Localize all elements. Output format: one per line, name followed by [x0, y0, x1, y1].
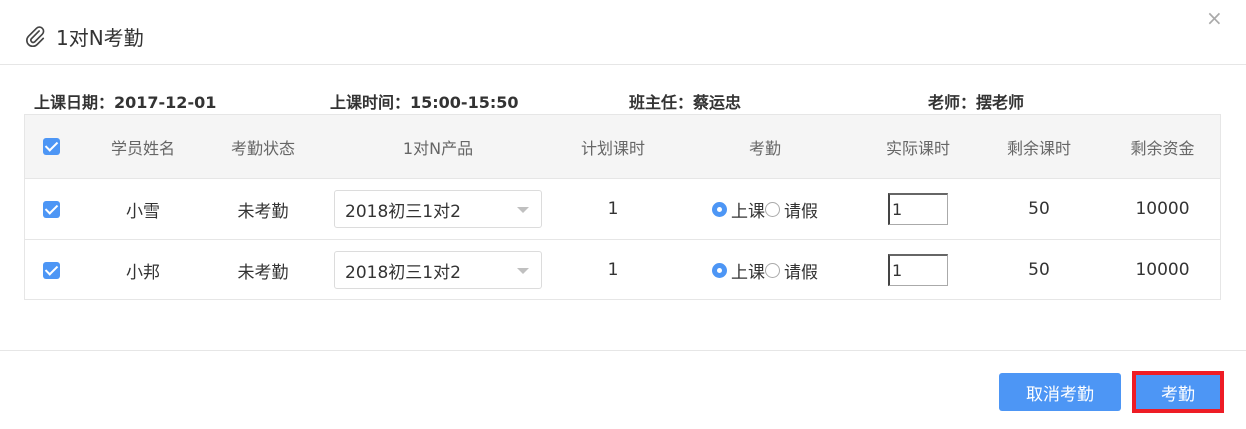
- attend-radio[interactable]: [712, 262, 727, 278]
- attendance-button[interactable]: 考勤: [1134, 373, 1222, 411]
- attendance-table: 学员姓名 考勤状态 1对N产品 计划课时 考勤 实际课时 剩余课时 剩余资金 小…: [24, 114, 1221, 300]
- remaining-funds: 10000: [1135, 199, 1190, 219]
- attend-radio[interactable]: [712, 201, 727, 217]
- row-checkbox[interactable]: [42, 200, 60, 218]
- head-teacher: 班主任：蔡运忠: [629, 93, 742, 112]
- attendance-radio-group: 上课 请假: [712, 258, 818, 283]
- cancel-attendance-button[interactable]: 取消考勤: [999, 373, 1121, 411]
- header-remaining-funds: 剩余资金: [1130, 138, 1195, 158]
- chevron-down-icon: [517, 207, 529, 213]
- student-name: 小邦: [126, 262, 160, 283]
- actual-hours-input[interactable]: [888, 254, 948, 286]
- attendance-radio-group: 上课 请假: [712, 197, 818, 222]
- table-row: 小雪 未考勤 2018初三1对2 1 上课 请假 50 10000: [25, 178, 1220, 239]
- header-planned-hours: 计划课时: [580, 138, 645, 158]
- row-checkbox[interactable]: [42, 261, 60, 279]
- product-select[interactable]: 2018初三1对2: [334, 190, 542, 228]
- remaining-hours: 50: [1028, 260, 1050, 280]
- paperclip-icon: [26, 26, 45, 47]
- product-select[interactable]: 2018初三1对2: [334, 251, 542, 289]
- table-row: 小邦 未考勤 2018初三1对2 1 上课 请假 50 10000: [25, 239, 1220, 300]
- header-remaining-hours: 剩余课时: [1006, 138, 1071, 158]
- actual-hours-input[interactable]: [888, 193, 948, 225]
- leave-radio[interactable]: [765, 262, 780, 278]
- leave-radio-label[interactable]: 请假: [784, 258, 818, 283]
- table-header-row: 学员姓名 考勤状态 1对N产品 计划课时 考勤 实际课时 剩余课时 剩余资金: [25, 115, 1220, 178]
- student-name: 小雪: [126, 201, 160, 222]
- header-product: 1对N产品: [402, 138, 474, 158]
- select-all-checkbox[interactable]: [42, 138, 60, 155]
- planned-hours: 1: [607, 199, 619, 219]
- attendance-status: 未考勤: [237, 201, 289, 222]
- close-icon[interactable]: ×: [1206, 8, 1223, 28]
- header-attendance: 考勤: [748, 138, 781, 158]
- teacher: 老师：摆老师: [928, 93, 1025, 112]
- leave-radio-label[interactable]: 请假: [784, 197, 818, 222]
- header-student-name: 学员姓名: [110, 138, 175, 158]
- attendance-status: 未考勤: [237, 262, 289, 283]
- header-actual-hours: 实际课时: [885, 138, 950, 158]
- remaining-hours: 50: [1028, 199, 1050, 219]
- product-select-value: 2018初三1对2: [345, 201, 461, 222]
- leave-radio[interactable]: [765, 201, 780, 217]
- attend-radio-label[interactable]: 上课: [731, 258, 765, 283]
- class-time: 上课时间：15:00-15:50: [330, 93, 519, 112]
- attend-radio-label[interactable]: 上课: [731, 197, 765, 222]
- class-date: 上课日期：2017-12-01: [34, 93, 217, 112]
- remaining-funds: 10000: [1135, 260, 1190, 280]
- chevron-down-icon: [517, 268, 529, 274]
- dialog-title: 1对N考勤: [56, 26, 144, 50]
- dialog-header: 1对N考勤 ×: [0, 0, 1246, 65]
- planned-hours: 1: [607, 260, 619, 280]
- product-select-value: 2018初三1对2: [345, 262, 461, 283]
- footer-divider: [0, 350, 1246, 351]
- header-attendance-status: 考勤状态: [230, 138, 295, 158]
